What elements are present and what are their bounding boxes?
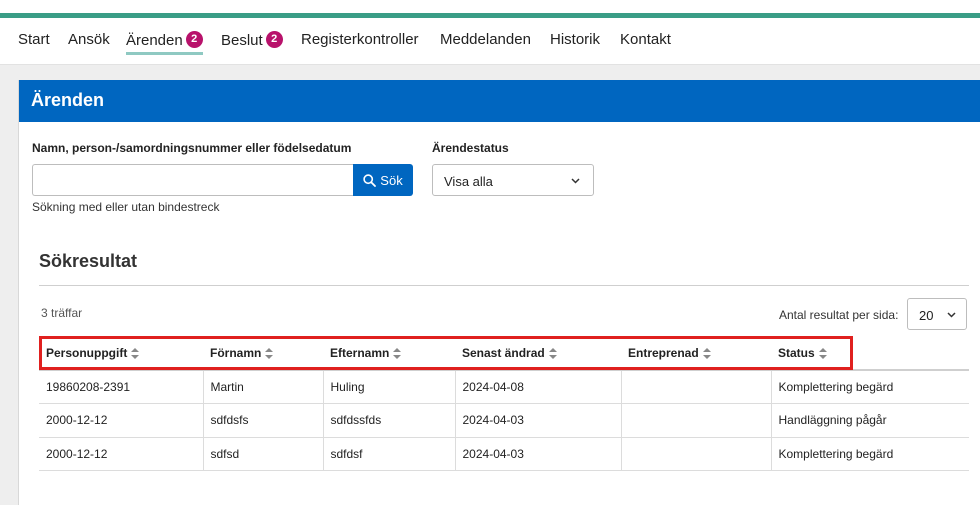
table-cell: 2024-04-08 bbox=[455, 370, 622, 404]
table-cell: 2000-12-12 bbox=[39, 437, 204, 471]
table-cell: Martin bbox=[203, 370, 324, 404]
table-cell: Komplettering begärd bbox=[771, 370, 969, 404]
column-header-efternamn[interactable]: Efternamn bbox=[323, 336, 455, 371]
per-page-select[interactable]: 20 bbox=[907, 298, 967, 330]
table-cell bbox=[621, 437, 772, 471]
sort-icon bbox=[265, 347, 274, 359]
column-header-label: Entreprenad bbox=[628, 345, 699, 360]
column-header-senast-andrad[interactable]: Senast ändrad bbox=[455, 336, 621, 371]
nav-item-meddelanden[interactable]: Meddelanden bbox=[440, 31, 531, 48]
table-cell bbox=[621, 403, 772, 438]
search-button-label: Sök bbox=[380, 172, 403, 188]
per-page-value: 20 bbox=[919, 308, 934, 323]
column-header-label: Förnamn bbox=[210, 345, 262, 360]
nav-item-kontakt[interactable]: Kontakt bbox=[620, 31, 671, 48]
divider bbox=[39, 285, 969, 286]
column-header-label: Status bbox=[778, 345, 815, 360]
status-filter-value: Visa alla bbox=[444, 174, 493, 189]
page-title: Ärenden bbox=[31, 90, 105, 110]
column-header-entreprenad[interactable]: Entreprenad bbox=[621, 336, 771, 371]
cases-panel: Ärenden Namn, person-/samordningsnummer … bbox=[18, 80, 980, 505]
chevron-down-icon bbox=[571, 178, 580, 184]
nav-item-ansok[interactable]: Ansök bbox=[68, 31, 110, 48]
column-header-label: Personuppgift bbox=[46, 345, 128, 360]
column-header-personuppgift[interactable]: Personuppgift bbox=[39, 336, 203, 371]
table-cell: 19860208-2391 bbox=[39, 370, 204, 404]
nav-item-arenden[interactable]: Ärenden 2 bbox=[126, 31, 203, 55]
sort-icon bbox=[131, 347, 140, 359]
table-header-row: Personuppgift Förnamn Efternamn Senast ä… bbox=[39, 336, 969, 371]
count-badge: 2 bbox=[185, 31, 203, 48]
column-header-label: Senast ändrad bbox=[462, 345, 545, 360]
results-table: Personuppgift Förnamn Efternamn Senast ä… bbox=[39, 336, 969, 471]
sort-icon bbox=[818, 347, 827, 359]
table-row[interactable]: 2000-12-12 sdfsd sdfdsf 2024-04-03 Kompl… bbox=[39, 437, 969, 471]
main-nav: Start Ansök Ärenden 2 Beslut 2 Registerkon… bbox=[0, 18, 980, 65]
sort-icon bbox=[548, 347, 557, 359]
per-page-label: Antal resultat per sida: bbox=[779, 308, 899, 322]
table-cell: sdfdsfs bbox=[203, 403, 324, 438]
status-filter-label: Ärendestatus bbox=[432, 141, 509, 155]
panel-header: Ärenden bbox=[19, 80, 980, 122]
nav-item-label: Registerkontroller bbox=[301, 31, 419, 48]
search-hint: Sökning med eller utan bindestreck bbox=[32, 200, 220, 214]
nav-item-label: Ärenden bbox=[126, 32, 183, 49]
table-cell bbox=[621, 370, 772, 404]
chevron-down-icon bbox=[947, 312, 956, 318]
nav-item-start[interactable]: Start bbox=[18, 31, 50, 48]
column-header-label: Efternamn bbox=[330, 345, 390, 360]
column-header-fornamn[interactable]: Förnamn bbox=[203, 336, 323, 371]
table-row[interactable]: 2000-12-12 sdfdsfs sdfdssfds 2024-04-03 … bbox=[39, 403, 969, 438]
search-label: Namn, person-/samordningsnummer eller fö… bbox=[32, 141, 352, 155]
table-cell: sdfdssfds bbox=[323, 403, 456, 438]
table-cell: Huling bbox=[323, 370, 456, 404]
table-cell: 2000-12-12 bbox=[39, 403, 204, 438]
nav-item-registerkontroller[interactable]: Registerkontroller bbox=[301, 31, 419, 48]
nav-item-historik[interactable]: Historik bbox=[550, 31, 600, 48]
status-filter-select[interactable]: Visa alla bbox=[432, 164, 594, 196]
search-input[interactable] bbox=[32, 164, 353, 196]
nav-item-label: Beslut bbox=[221, 32, 263, 49]
sort-icon bbox=[702, 347, 711, 359]
table-cell: sdfsd bbox=[203, 437, 324, 471]
column-header-status[interactable]: Status bbox=[771, 336, 969, 371]
nav-item-label: Historik bbox=[550, 31, 601, 48]
table-cell: Komplettering begärd bbox=[771, 437, 969, 471]
nav-item-label: Ansök bbox=[68, 31, 110, 48]
table-row[interactable]: 19860208-2391 Martin Huling 2024-04-08 K… bbox=[39, 370, 969, 404]
sort-icon bbox=[393, 347, 402, 359]
nav-item-label: Kontakt bbox=[620, 31, 671, 48]
search-icon bbox=[363, 173, 377, 187]
count-badge: 2 bbox=[265, 31, 283, 48]
nav-item-beslut[interactable]: Beslut 2 bbox=[221, 31, 283, 49]
search-button[interactable]: Sök bbox=[353, 164, 413, 196]
table-cell: 2024-04-03 bbox=[455, 437, 622, 471]
nav-item-label: Start bbox=[18, 31, 50, 48]
table-cell: 2024-04-03 bbox=[455, 403, 622, 438]
nav-item-label: Meddelanden bbox=[440, 31, 531, 48]
results-title: Sökresultat bbox=[39, 251, 138, 271]
result-count: 3 träffar bbox=[41, 306, 83, 320]
table-cell: Handläggning pågår bbox=[771, 403, 969, 438]
table-cell: sdfdsf bbox=[323, 437, 456, 471]
